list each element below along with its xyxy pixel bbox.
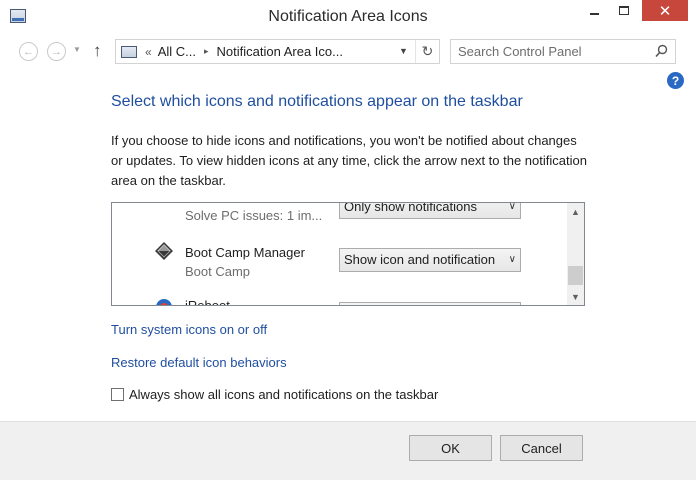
arrow-up-icon: ↑ [93, 41, 102, 60]
chevron-down-icon: ∨ [508, 254, 516, 265]
arrow-left-icon: ← [23, 45, 34, 58]
behavior-value: Show icon and notification [344, 252, 496, 267]
breadcrumb-overflow[interactable]: « [145, 45, 152, 59]
page-title: Select which icons and notifications app… [111, 93, 523, 110]
scroll-down-button[interactable]: ▼ [567, 288, 584, 305]
ireboot-icon [156, 299, 172, 305]
ok-button[interactable]: OK [409, 435, 492, 461]
refresh-button[interactable]: ↻ [415, 40, 439, 63]
close-button[interactable]: ✕ [642, 0, 688, 21]
up-button[interactable]: ↑ [93, 41, 102, 61]
item-name: iReboot [185, 298, 230, 306]
chevron-up-icon: ▲ [571, 206, 580, 217]
list-item: Boot Camp Manager Boot Camp Show icon an… [112, 235, 567, 285]
scroll-up-button[interactable]: ▲ [567, 203, 584, 220]
chevron-down-icon: ▼ [571, 291, 580, 302]
breadcrumb-all-control-panel[interactable]: All C... [158, 44, 196, 59]
maximize-icon [619, 6, 629, 15]
restore-defaults-link[interactable]: Restore default icon behaviors [111, 355, 287, 370]
search-input[interactable] [451, 40, 646, 63]
item-name: Boot Camp Manager [185, 245, 305, 260]
always-show-label[interactable]: Always show all icons and notifications … [129, 387, 438, 402]
chevron-down-icon: ▼ [73, 45, 81, 54]
search-icon[interactable] [655, 44, 668, 58]
help-icon[interactable]: ? [667, 72, 684, 89]
turn-system-icons-link[interactable]: Turn system icons on or off [111, 322, 267, 337]
minimize-icon [589, 12, 599, 15]
recent-locations-button[interactable]: ▼ [73, 45, 81, 54]
page-description: If you choose to hide icons and notifica… [111, 133, 587, 188]
maximize-button[interactable] [610, 0, 638, 21]
arrow-right-icon: → [51, 45, 62, 58]
behavior-dropdown[interactable]: Only show notifications ∨ [339, 202, 521, 219]
minimize-button[interactable] [580, 0, 608, 21]
address-bar[interactable]: « All C... ▸ Notification Area Ico... ▼ … [115, 39, 440, 64]
behavior-value: Only show notifications [344, 202, 477, 214]
breadcrumb-notification-area-icons[interactable]: Notification Area Ico... [217, 44, 343, 59]
back-button[interactable]: ← [19, 42, 38, 61]
dialog-footer: OK Cancel [0, 421, 696, 480]
notification-icons-list[interactable]: Solve PC issues: 1 im... Only show notif… [111, 202, 585, 306]
list-item: Solve PC issues: 1 im... Only show notif… [112, 202, 567, 235]
always-show-checkbox[interactable] [111, 388, 124, 401]
control-panel-icon [121, 45, 137, 58]
behavior-dropdown[interactable]: Show icon and notification ∨ [339, 248, 521, 272]
behavior-dropdown[interactable] [339, 302, 521, 305]
refresh-icon: ↻ [421, 43, 434, 59]
scroll-thumb[interactable] [568, 266, 583, 285]
address-dropdown-icon[interactable]: ▼ [399, 46, 408, 56]
item-subtitle: Solve PC issues: 1 im... [185, 208, 323, 223]
title-bar: Notification Area Icons ✕ [0, 0, 696, 33]
list-scrollbar[interactable]: ▲ ▼ [567, 203, 584, 305]
breadcrumb-separator-icon[interactable]: ▸ [204, 46, 209, 57]
always-show-option[interactable]: Always show all icons and notifications … [111, 387, 438, 402]
chevron-down-icon: ∨ [508, 202, 516, 212]
forward-button[interactable]: → [47, 42, 66, 61]
cancel-button[interactable]: Cancel [500, 435, 583, 461]
close-icon: ✕ [658, 2, 672, 20]
item-subtitle: Boot Camp [185, 264, 251, 279]
list-item: iReboot [112, 293, 567, 306]
boot-camp-icon [155, 242, 173, 260]
search-box[interactable] [450, 39, 676, 64]
